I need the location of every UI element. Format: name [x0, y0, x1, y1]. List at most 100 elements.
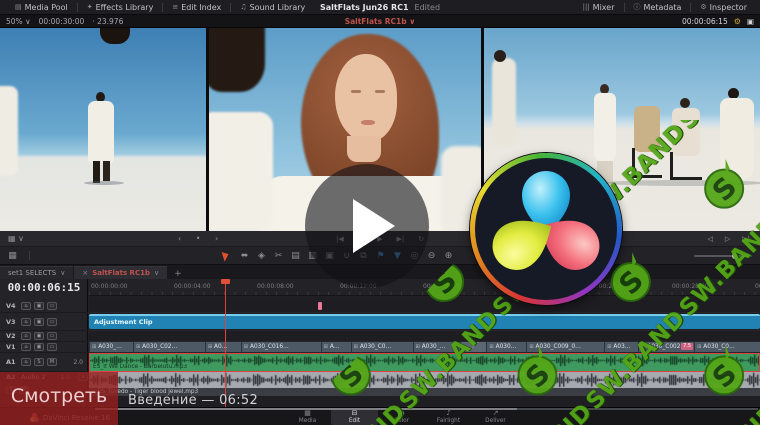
- video-clip[interactable]: ⊞ A…: [320, 342, 351, 352]
- page-tab-label: Fairlight: [436, 418, 461, 424]
- button-inspector[interactable]: ⚙ Inspector: [691, 0, 756, 14]
- zoom-slider-knob[interactable]: [732, 253, 738, 259]
- page-tab-edit[interactable]: ⊟ Edit: [331, 408, 378, 425]
- auto-select-icon[interactable]: ▣: [34, 317, 44, 326]
- video-clip[interactable]: ⊞ A030_…: [412, 342, 461, 352]
- track-header-a1[interactable]: A1 ⌂ S M 2.0: [0, 353, 88, 372]
- next-icon[interactable]: ▷: [725, 235, 730, 243]
- clip-label: A030…: [495, 344, 517, 350]
- add-timeline-tab-button[interactable]: +: [174, 269, 182, 279]
- button-media-pool[interactable]: ▤ Media Pool: [6, 0, 77, 14]
- timeline-marker[interactable]: [318, 302, 322, 310]
- scene-shape: [361, 120, 375, 125]
- track-header-v3[interactable]: V3 ⌂ ▣ ▭: [0, 313, 88, 331]
- dual-screen-icon[interactable]: ▣: [747, 17, 754, 26]
- media-pool-icon: ▤: [15, 3, 22, 11]
- clip-icon: ⊞: [92, 344, 97, 350]
- solo-icon[interactable]: S: [34, 358, 44, 366]
- clip-label: A030_C02…: [142, 344, 178, 350]
- timeline-lane-v2[interactable]: [89, 331, 760, 342]
- button-effects-library[interactable]: ✦ Effects Library: [78, 0, 163, 14]
- viewer-grid-select-icon[interactable]: ▦ ∨: [8, 234, 24, 243]
- dynamic-trim-icon[interactable]: ◈: [253, 251, 270, 261]
- video-clip[interactable]: ⊞ A03…: [604, 342, 639, 352]
- trim-edit-mode-icon[interactable]: ⬌: [236, 251, 253, 261]
- jog-dots[interactable]: ‹ • ›: [178, 234, 224, 243]
- scene-shape: [103, 161, 110, 181]
- video-clip[interactable]: ⊞ A0…: [204, 342, 241, 352]
- ruler-timecode: 00:00:08:00: [257, 283, 294, 290]
- button-mixer[interactable]: ||| Mixer: [574, 0, 624, 14]
- close-icon[interactable]: ×: [82, 269, 88, 277]
- video-clip[interactable]: ⊞ A030_C02…: [132, 342, 205, 352]
- auto-select-icon[interactable]: ▣: [34, 332, 44, 340]
- enable-track-icon[interactable]: ▭: [47, 343, 57, 351]
- gear-icon[interactable]: ⚙: [734, 17, 741, 26]
- chevron-down-icon[interactable]: ∨: [60, 269, 65, 277]
- player-progress-bar[interactable]: [95, 408, 517, 410]
- mute-icon[interactable]: M: [47, 358, 57, 366]
- lock-icon[interactable]: ⌂: [21, 358, 31, 366]
- watch-label: Смотреть: [10, 385, 108, 407]
- chevron-down-icon[interactable]: ∨: [154, 269, 159, 277]
- button-metadata[interactable]: ⓘ Metadata: [625, 0, 691, 14]
- watch-overlay[interactable]: Смотреть: [0, 372, 118, 425]
- video-clip[interactable]: ⊞ A030_C016…: [240, 342, 321, 352]
- auto-select-icon[interactable]: ▣: [34, 302, 44, 310]
- timeline-lane-v4[interactable]: [89, 300, 760, 313]
- page-tab-color[interactable]: ◑ Color: [378, 408, 425, 425]
- metadata-icon: ⓘ: [633, 3, 641, 11]
- button-label: Edit Index: [181, 2, 222, 12]
- zoom-out-icon[interactable]: ⊖: [423, 251, 440, 261]
- video-clip[interactable]: ⊞ A030_C009_0…: [526, 342, 605, 352]
- razor-icon[interactable]: ✂: [270, 251, 287, 261]
- prev-icon[interactable]: ◁: [707, 235, 712, 243]
- video-clip[interactable]: ⊞ A030_C0…: [350, 342, 413, 352]
- video-clip[interactable]: ⊞ A030_C002 7.5: [638, 342, 695, 352]
- audio-clip-a1[interactable]: ES_If We Dance - Barbelutu.mp3: [89, 353, 760, 372]
- timeline-ruler[interactable]: 00:00:00:00 00:00:04:00 00:00:08:00 00:00:1…: [89, 279, 760, 296]
- timeline-view-options-icon[interactable]: ▦: [4, 251, 21, 261]
- lock-icon[interactable]: ⌂: [21, 302, 31, 310]
- timeline-name-select[interactable]: SaltFlats RC1b ∨: [345, 17, 416, 26]
- clip-label: A03…: [613, 344, 631, 350]
- video-clip[interactable]: ⊞ A030_C0…: [694, 342, 760, 352]
- zoom-in-icon[interactable]: ⊕: [440, 251, 457, 261]
- insert-clip-icon[interactable]: ▤: [287, 251, 304, 261]
- video-clip[interactable]: ⊞ A030…: [486, 342, 527, 352]
- page-tab-deliver[interactable]: ↗ Deliver: [472, 408, 519, 425]
- track-header-v2[interactable]: V2 ⌂ ▣ ▭: [0, 331, 88, 342]
- timeline-zoom-slider[interactable]: [694, 253, 752, 259]
- lock-icon[interactable]: ⌂: [21, 343, 31, 351]
- timeline-tab[interactable]: set1 SELECTS ∨: [0, 266, 74, 279]
- adjustment-clip[interactable]: Adjustment Clip: [89, 314, 760, 329]
- page-tab-fairlight[interactable]: ♪ Fairlight: [425, 408, 472, 425]
- left-viewer-image[interactable]: [0, 28, 206, 231]
- source-duration: 00:00:30:00: [38, 16, 85, 26]
- lock-icon[interactable]: ⌂: [21, 332, 31, 340]
- auto-select-icon[interactable]: ▣: [34, 343, 44, 351]
- end-icon[interactable]: ▷|: [742, 235, 750, 243]
- video-clip[interactable]: ⊞ A030_…: [89, 342, 133, 352]
- button-sound-library[interactable]: ♫ Sound Library: [231, 0, 314, 14]
- selection-tool-icon[interactable]: [221, 249, 231, 262]
- track-header-v4[interactable]: V4 ⌂ ▣ ▭: [0, 300, 88, 313]
- scene-shape: [670, 152, 702, 180]
- timeline-tab[interactable]: × SaltFlats RC1b ∨: [74, 266, 168, 279]
- clip-icon: ⊞: [353, 344, 358, 350]
- enable-track-icon[interactable]: ▭: [47, 332, 57, 340]
- button-edit-index[interactable]: ≡ Edit Index: [163, 0, 230, 14]
- player-progress-track[interactable]: [517, 408, 758, 410]
- page-tab-media[interactable]: ▦ Media: [284, 408, 331, 425]
- enable-track-icon[interactable]: ▭: [47, 302, 57, 310]
- lock-icon[interactable]: ⌂: [21, 317, 31, 326]
- ruler-timecode: 00:00:28:00: [672, 283, 709, 290]
- enable-track-icon[interactable]: ▭: [47, 317, 57, 326]
- timeline-canvas[interactable]: 00:00:00:00 00:00:04:00 00:00:08:00 00:00:1…: [89, 279, 760, 407]
- transition-clip[interactable]: [460, 342, 487, 352]
- scene-shape: [632, 148, 662, 178]
- playhead[interactable]: [221, 279, 230, 407]
- track-header-v1[interactable]: V1 ⌂ ▣ ▭: [0, 342, 88, 353]
- source-zoom-select[interactable]: 50% ∨: [6, 17, 31, 26]
- play-button[interactable]: [305, 164, 429, 288]
